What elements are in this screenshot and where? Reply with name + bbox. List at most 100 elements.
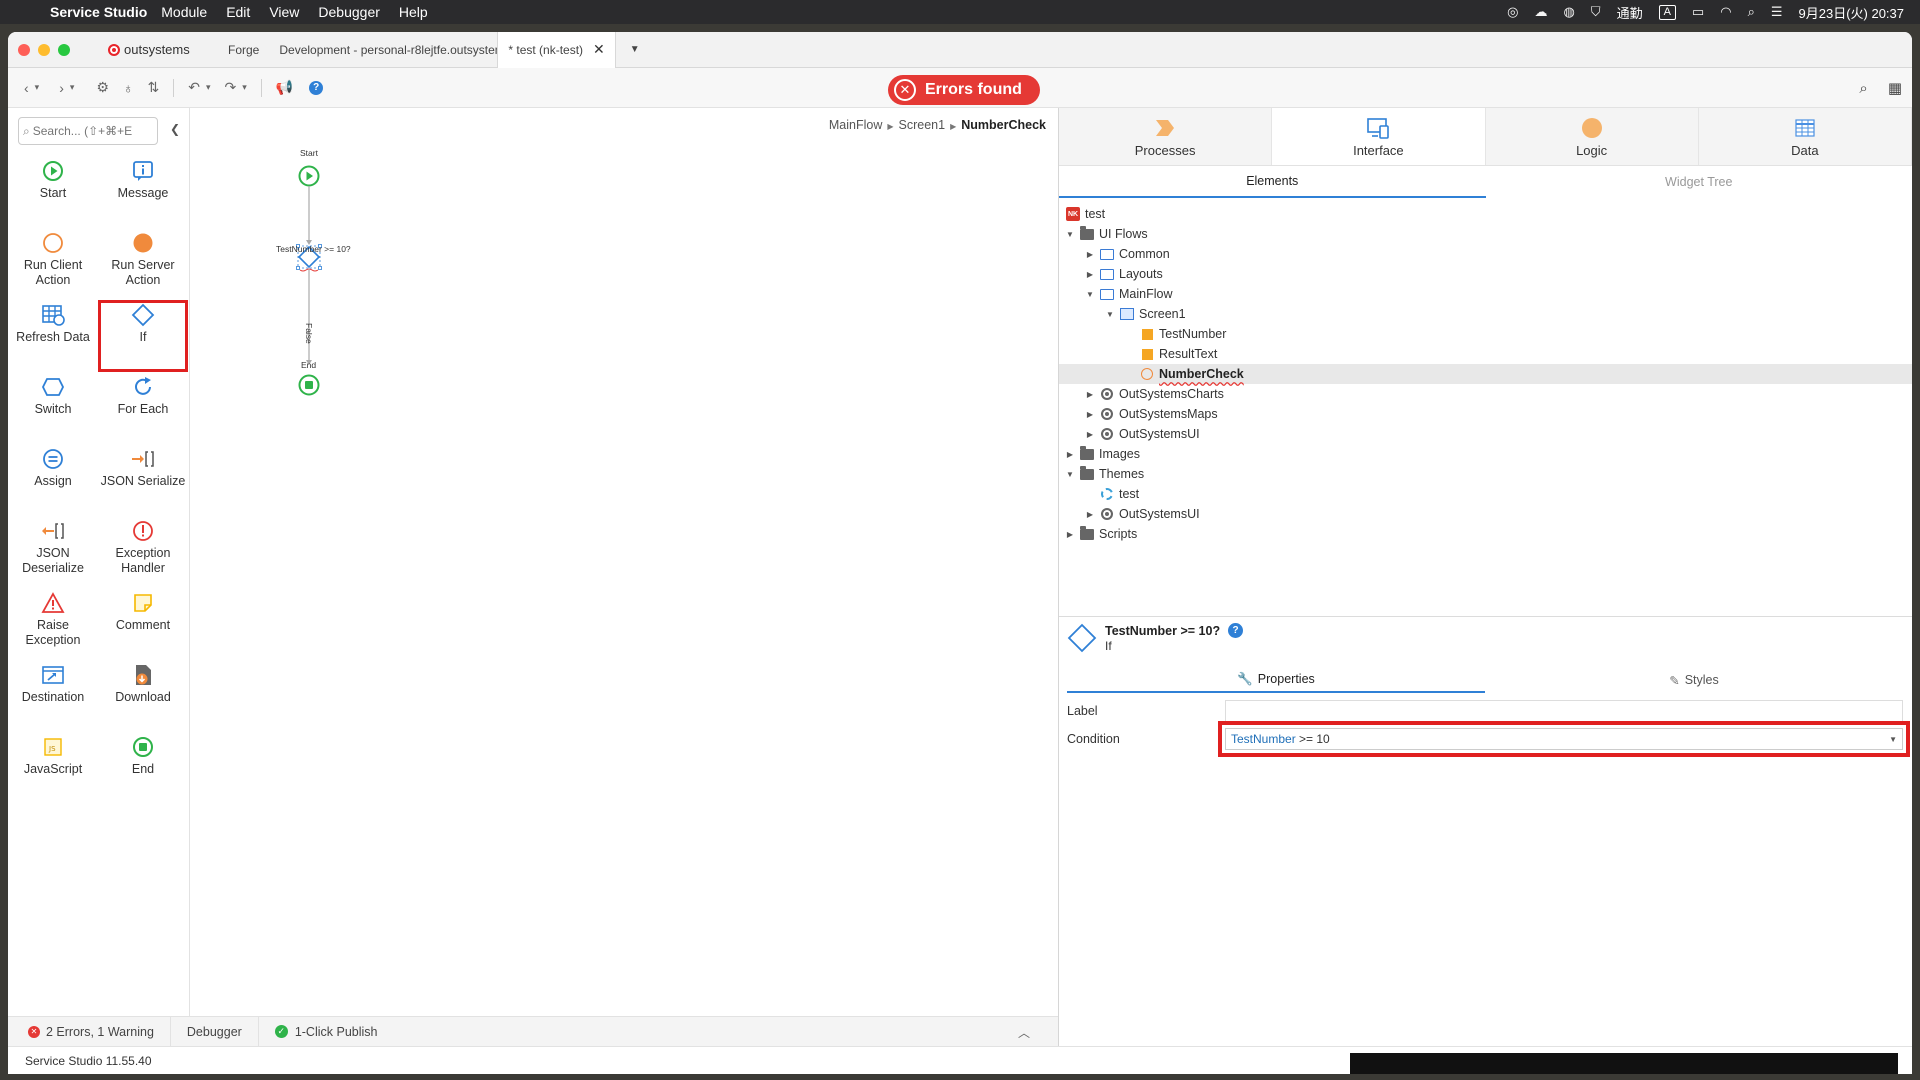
condition-input[interactable]: TestNumber >= 10 ▼	[1218, 721, 1910, 757]
menubar-clock[interactable]: 9月23日(火) 20:37	[1799, 3, 1905, 22]
spotlight-search-icon[interactable]: ⌕	[1748, 4, 1755, 20]
input-source-indicator[interactable]: A	[1658, 4, 1676, 20]
tool-for-each[interactable]: For Each	[98, 372, 188, 444]
globe-icon[interactable]: ◍	[1563, 4, 1574, 20]
tool-assign[interactable]: Assign	[8, 444, 98, 516]
label-input[interactable]	[1225, 700, 1903, 722]
tab-interface[interactable]: Interface	[1272, 108, 1486, 165]
tool-json-deserialize[interactable]: JSON Deserialize	[8, 516, 98, 588]
tree-item-ui-flows[interactable]: ▼ UI Flows	[1059, 224, 1912, 244]
compare-merge-icon[interactable]: ⇅	[147, 79, 159, 96]
redo-dropdown-icon[interactable]: ▾	[242, 82, 247, 93]
menu-debugger[interactable]: Debugger	[318, 4, 380, 20]
collapsed-arrow-icon[interactable]: ▶	[1063, 450, 1077, 459]
cloud-icon[interactable]: ☁	[1534, 4, 1547, 20]
tool-start[interactable]: Start	[8, 156, 98, 228]
battery-icon[interactable]: ▭	[1692, 4, 1704, 20]
expanded-arrow-icon[interactable]: ▼	[1063, 470, 1077, 479]
back-dropdown-icon[interactable]: ▾	[35, 82, 40, 93]
tree-item-outsystemsui[interactable]: ▶ OutSystemsUI	[1059, 424, 1912, 444]
subtab-elements[interactable]: Elements	[1059, 166, 1486, 198]
tool-raise-exception[interactable]: Raise Exception	[8, 588, 98, 660]
tab-1-click-publish[interactable]: ✓ 1-Click Publish	[259, 1017, 394, 1047]
tab-development[interactable]: Development - personal-r8lejtfe.outsyste…	[269, 32, 497, 68]
tool-comment[interactable]: Comment	[98, 588, 188, 660]
tab-logic[interactable]: Logic	[1485, 108, 1699, 165]
commute-status[interactable]: 通勤	[1617, 3, 1643, 22]
expanded-arrow-icon[interactable]: ▼	[1063, 230, 1077, 239]
help-icon[interactable]: ?	[1228, 623, 1244, 638]
tree-item-theme-outsystemsui[interactable]: ▶ OutSystemsUI	[1059, 504, 1912, 524]
tool-message[interactable]: Message	[98, 156, 188, 228]
zoom-window-button[interactable]	[58, 43, 70, 56]
settings-icon[interactable]: ⚙	[96, 79, 109, 96]
search-icon[interactable]: ⌕	[1859, 80, 1867, 97]
tool-run-server-action[interactable]: Run Server Action	[98, 228, 188, 300]
tab-test-module[interactable]: * test (nk-test) ✕	[497, 32, 616, 68]
tree-item-outsystemsmaps[interactable]: ▶ OutSystemsMaps	[1059, 404, 1912, 424]
collapsed-arrow-icon[interactable]: ▶	[1083, 390, 1097, 399]
feedback-megaphone-icon[interactable]: 📢	[276, 79, 293, 96]
outsystems-logo[interactable]: outsystems	[108, 42, 218, 57]
flow-canvas[interactable]: MainFlow ▶ Screen1 ▶ NumberCheck Start T…	[190, 108, 1058, 1046]
forward-dropdown-icon[interactable]: ▾	[70, 82, 75, 93]
tree-item-scripts[interactable]: ▶ Scripts	[1059, 524, 1912, 544]
back-icon[interactable]: ‹	[24, 80, 29, 96]
collapsed-arrow-icon[interactable]: ▶	[1083, 410, 1097, 419]
tree-item-common[interactable]: ▶ Common	[1059, 244, 1912, 264]
tabs-dropdown-icon[interactable]: ▼	[630, 44, 640, 55]
close-window-button[interactable]	[18, 43, 30, 56]
collapse-toolbox-icon[interactable]: ❮	[170, 122, 180, 136]
tree-item-outsystemscharts[interactable]: ▶ OutSystemsCharts	[1059, 384, 1912, 404]
tab-debugger[interactable]: Debugger	[171, 1016, 259, 1047]
errors-found-button[interactable]: ✕ Errors found	[888, 75, 1040, 105]
condition-dropdown-icon[interactable]: ▼	[1889, 735, 1897, 744]
tool-refresh-data[interactable]: Refresh Data	[8, 300, 98, 372]
expanded-arrow-icon[interactable]: ▼	[1083, 290, 1097, 299]
menu-help[interactable]: Help	[399, 4, 428, 20]
collapsed-arrow-icon[interactable]: ▶	[1083, 430, 1097, 439]
control-center-icon[interactable]: ☰	[1771, 4, 1783, 20]
tree-item-themes[interactable]: ▼ Themes	[1059, 464, 1912, 484]
tool-run-client-action[interactable]: Run Client Action	[8, 228, 98, 300]
menu-edit[interactable]: Edit	[226, 4, 250, 20]
tree-item-images[interactable]: ▶ Images	[1059, 444, 1912, 464]
forward-icon[interactable]: ›	[59, 80, 64, 96]
tab-processes[interactable]: Processes	[1059, 108, 1273, 165]
apps-grid-icon[interactable]: ▦	[1888, 79, 1902, 97]
flow-start-node[interactable]	[298, 165, 320, 187]
flow-end-node[interactable]	[298, 374, 320, 396]
tab-data[interactable]: Data	[1698, 108, 1912, 165]
tree-item-module[interactable]: NK test	[1059, 204, 1912, 224]
tab-properties[interactable]: 🔧 Properties	[1067, 667, 1485, 693]
tree-item-screen1[interactable]: ▼ Screen1	[1059, 304, 1912, 324]
tree-item-testnumber[interactable]: TestNumber	[1059, 324, 1912, 344]
tool-end[interactable]: End	[98, 732, 188, 804]
tab-styles[interactable]: ✎ Styles	[1485, 667, 1903, 693]
tree-item-resulttext[interactable]: ResultText	[1059, 344, 1912, 364]
shield-icon[interactable]: ⛉	[1591, 4, 1601, 20]
collapsed-arrow-icon[interactable]: ▶	[1063, 530, 1077, 539]
close-tab-icon[interactable]: ✕	[593, 41, 605, 58]
expanded-arrow-icon[interactable]: ▼	[1103, 310, 1117, 319]
tree-item-numbercheck[interactable]: NumberCheck	[1059, 364, 1912, 384]
menu-view[interactable]: View	[269, 4, 299, 20]
tree-item-mainflow[interactable]: ▼ MainFlow	[1059, 284, 1912, 304]
minimize-window-button[interactable]	[38, 43, 50, 56]
debug-breakpoint-icon[interactable]: ♁	[123, 80, 134, 96]
redo-icon[interactable]: ↷	[224, 79, 236, 96]
menu-module[interactable]: Module	[161, 4, 207, 20]
help-icon[interactable]: ?	[309, 80, 324, 95]
wifi-icon[interactable]: ◠	[1720, 4, 1731, 20]
collapsed-arrow-icon[interactable]: ▶	[1083, 510, 1097, 519]
subtab-widget-tree[interactable]: Widget Tree	[1486, 166, 1913, 198]
undo-icon[interactable]: ↶	[188, 79, 200, 96]
toolbox-search[interactable]: ⌕	[18, 117, 158, 145]
breadcrumb-screen1[interactable]: Screen1	[899, 118, 946, 132]
breadcrumb-mainflow[interactable]: MainFlow	[829, 118, 883, 132]
collapsed-arrow-icon[interactable]: ▶	[1083, 270, 1097, 279]
tree-item-theme-test[interactable]: test	[1059, 484, 1912, 504]
collapsed-arrow-icon[interactable]: ▶	[1083, 250, 1097, 259]
tree-item-layouts[interactable]: ▶ Layouts	[1059, 264, 1912, 284]
vpn-icon[interactable]: ◎	[1507, 4, 1518, 20]
